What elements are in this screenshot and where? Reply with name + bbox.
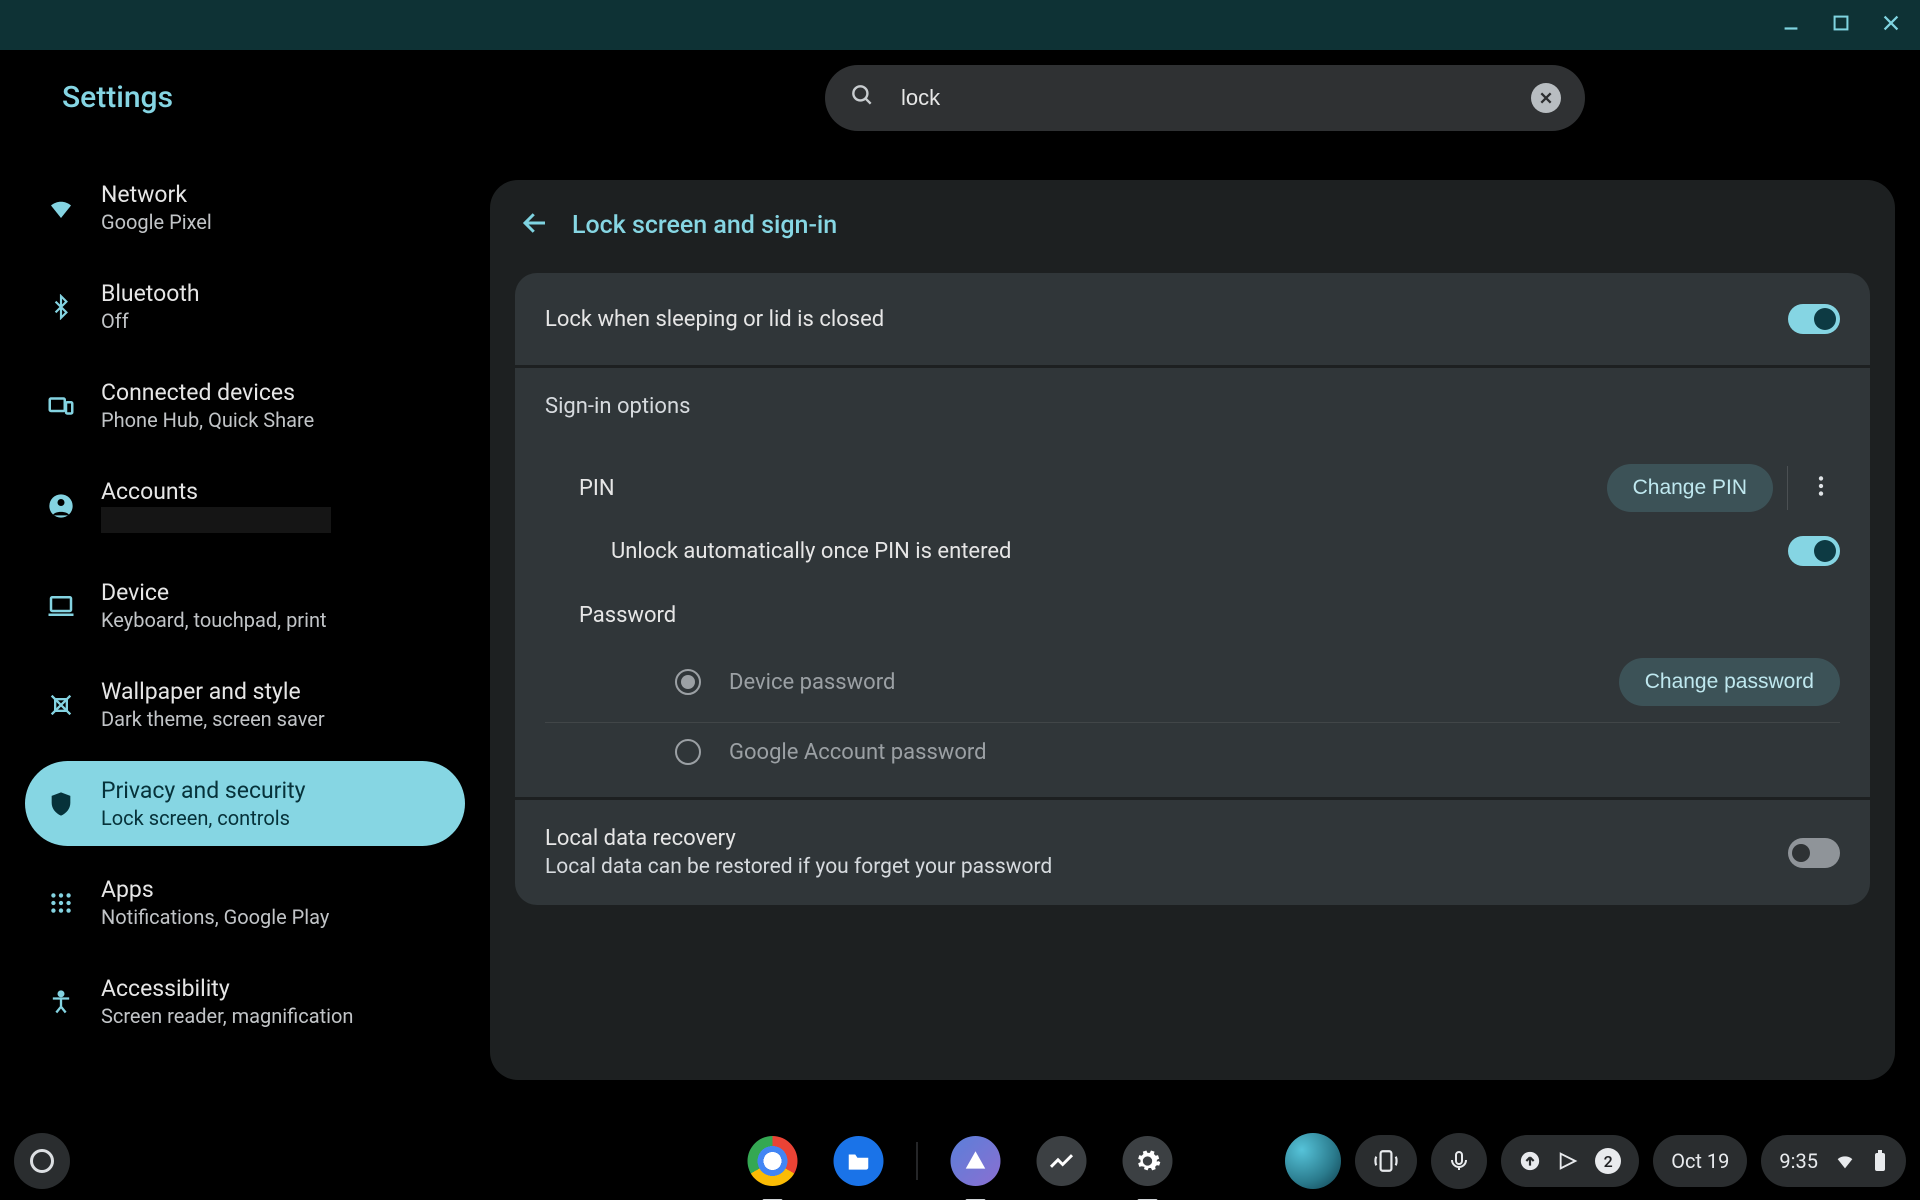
shield-icon: [45, 788, 77, 820]
wifi-icon: [45, 192, 77, 224]
sidebar-item-apps[interactable]: Apps Notifications, Google Play: [25, 860, 465, 945]
launcher-button[interactable]: [14, 1133, 70, 1189]
back-button[interactable]: [520, 208, 550, 243]
sidebar-item-sublabel: Phone Hub, Quick Share: [101, 408, 314, 432]
shelf-date: Oct 19: [1671, 1149, 1729, 1173]
sidebar-item-bluetooth[interactable]: Bluetooth Off: [25, 264, 465, 349]
sidebar-item-sublabel: Off: [101, 309, 200, 333]
password-option-label: Device password: [729, 670, 895, 695]
password-heading: Password: [545, 603, 1840, 628]
settings-sidebar: Network Google Pixel Bluetooth Off Conne…: [0, 145, 490, 1095]
shelf-app-gallery[interactable]: [948, 1133, 1004, 1189]
sidebar-item-sublabel: Notifications, Google Play: [101, 905, 329, 929]
recovery-toggle[interactable]: [1788, 838, 1840, 868]
auto-unlock-toggle[interactable]: [1788, 536, 1840, 566]
sidebar-item-label: Network: [101, 181, 212, 208]
holding-space-button[interactable]: [1285, 1133, 1341, 1189]
radio-icon[interactable]: [675, 739, 701, 765]
sidebar-item-privacy-security[interactable]: Privacy and security Lock screen, contro…: [25, 761, 465, 846]
bluetooth-icon: [45, 291, 77, 323]
shelf: 2 Oct 19 9:35: [0, 1122, 1920, 1200]
pin-label: PIN: [579, 476, 615, 501]
apps-grid-icon: [45, 887, 77, 919]
status-tray[interactable]: 9:35: [1761, 1135, 1906, 1187]
files-icon: [834, 1136, 884, 1186]
sidebar-item-label: Accounts: [101, 478, 331, 505]
radio-icon[interactable]: [675, 669, 701, 695]
auto-unlock-label: Unlock automatically once PIN is entered: [611, 539, 1011, 564]
app-title: Settings: [0, 80, 490, 115]
password-option-google[interactable]: Google Account password: [545, 723, 1840, 771]
shelf-app-diagnostics[interactable]: [1034, 1133, 1090, 1189]
notifications-tray[interactable]: 2: [1501, 1135, 1639, 1187]
clear-search-button[interactable]: [1531, 83, 1561, 113]
shelf-divider: [917, 1142, 918, 1180]
phone-hub-button[interactable]: [1355, 1135, 1417, 1187]
minimize-icon[interactable]: [1780, 12, 1802, 39]
change-password-button[interactable]: Change password: [1619, 658, 1840, 706]
password-option-device[interactable]: Device password Change password: [545, 642, 1840, 723]
accessibility-icon: [45, 986, 77, 1018]
password-option-label: Google Account password: [729, 740, 987, 765]
sidebar-item-sublabel: Dark theme, screen saver: [101, 707, 325, 731]
app-header: Settings: [0, 50, 1920, 145]
settings-panel: Lock screen and sign-in Lock when sleepi…: [490, 180, 1895, 1080]
sidebar-item-network[interactable]: Network Google Pixel: [25, 165, 465, 250]
shelf-app-chrome[interactable]: [745, 1133, 801, 1189]
sidebar-item-wallpaper[interactable]: Wallpaper and style Dark theme, screen s…: [25, 662, 465, 747]
sidebar-item-label: Device: [101, 579, 327, 606]
more-options-button[interactable]: [1802, 467, 1840, 510]
dictation-button[interactable]: [1431, 1133, 1487, 1189]
sidebar-item-label: Bluetooth: [101, 280, 200, 307]
lock-sleep-label: Lock when sleeping or lid is closed: [545, 307, 884, 332]
shelf-app-settings[interactable]: [1120, 1133, 1176, 1189]
shelf-app-files[interactable]: [831, 1133, 887, 1189]
search-icon: [849, 82, 875, 113]
launcher-icon: [30, 1149, 54, 1173]
sidebar-item-sublabel: Keyboard, touchpad, print: [101, 608, 327, 632]
sidebar-item-accessibility[interactable]: Accessibility Screen reader, magnificati…: [25, 959, 465, 1044]
chart-line-icon: [1037, 1136, 1087, 1186]
sidebar-item-label: Wallpaper and style: [101, 678, 325, 705]
sidebar-item-label: Connected devices: [101, 379, 314, 406]
sidebar-item-label: Accessibility: [101, 975, 353, 1002]
sidebar-item-label: Apps: [101, 876, 329, 903]
search-field[interactable]: [825, 65, 1585, 131]
calendar-tray[interactable]: Oct 19: [1653, 1135, 1747, 1187]
sidebar-item-sublabel: Google Pixel: [101, 210, 212, 234]
sidebar-item-sublabel: Screen reader, magnification: [101, 1004, 353, 1028]
change-pin-button[interactable]: Change PIN: [1607, 464, 1773, 512]
chrome-icon: [748, 1136, 798, 1186]
sidebar-item-accounts[interactable]: Accounts: [25, 462, 465, 549]
account-icon: [45, 490, 77, 522]
window-titlebar: [0, 0, 1920, 50]
divider: [1787, 466, 1788, 510]
sidebar-item-connected-devices[interactable]: Connected devices Phone Hub, Quick Share: [25, 363, 465, 448]
wifi-icon: [1834, 1150, 1856, 1172]
sidebar-item-sublabel: Lock screen, controls: [101, 806, 305, 830]
sidebar-item-device[interactable]: Device Keyboard, touchpad, print: [25, 563, 465, 648]
gallery-icon: [951, 1136, 1001, 1186]
close-icon[interactable]: [1880, 12, 1902, 39]
shelf-time: 9:35: [1779, 1149, 1818, 1173]
recovery-sub: Local data can be restored if you forget…: [545, 855, 1052, 879]
notification-count-badge: 2: [1595, 1148, 1621, 1174]
maximize-icon[interactable]: [1830, 12, 1852, 39]
page-title: Lock screen and sign-in: [572, 211, 837, 240]
sidebar-item-sublabel: [101, 507, 331, 533]
battery-icon: [1872, 1149, 1888, 1173]
devices-icon: [45, 390, 77, 422]
sidebar-item-label: Privacy and security: [101, 777, 305, 804]
search-input[interactable]: [901, 85, 1505, 111]
palette-icon: [45, 689, 77, 721]
signin-options-heading: Sign-in options: [545, 394, 1840, 419]
laptop-icon: [45, 590, 77, 622]
recovery-title: Local data recovery: [545, 826, 1052, 851]
lock-sleep-toggle[interactable]: [1788, 304, 1840, 334]
gear-icon: [1123, 1136, 1173, 1186]
